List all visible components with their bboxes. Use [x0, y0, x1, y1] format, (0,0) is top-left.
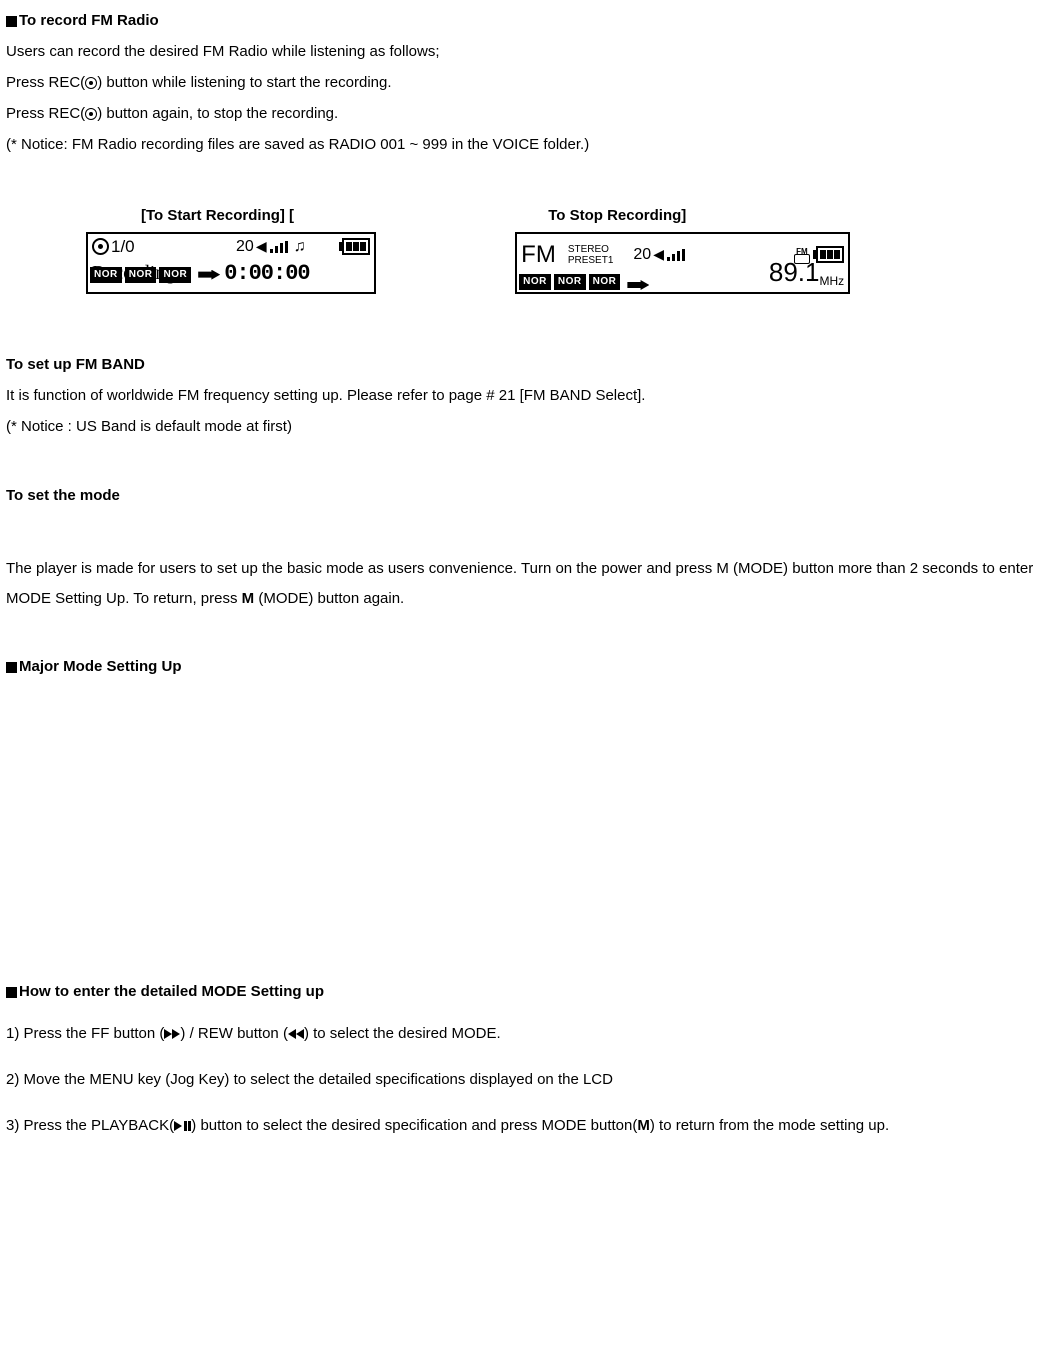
- major-mode-diagram-placeholder: [6, 687, 1056, 977]
- frequency-unit: MHz: [820, 273, 845, 290]
- title-text: To record FM Radio: [19, 12, 159, 29]
- section-title-detailed-mode: How to enter the detailed MODE Setting u…: [6, 981, 1056, 1002]
- set-mode-desc: The player is made for users to set up t…: [6, 554, 1056, 614]
- nor-badge: NOR: [90, 267, 122, 283]
- record-icon: [85, 108, 97, 120]
- rew-icon: [288, 1029, 296, 1039]
- record-start-instruction: Press REC( ) button while listening to st…: [6, 72, 1056, 93]
- record-intro: Users can record the desired FM Radio wh…: [6, 41, 1056, 62]
- text: ) to select the desired MODE.: [304, 1025, 501, 1042]
- text: (MODE) button again.: [254, 590, 404, 607]
- nor-badge: NOR: [589, 274, 621, 290]
- text: ) to return from the mode setting up.: [650, 1117, 889, 1134]
- caption-stop: To Stop Recording]: [548, 205, 686, 226]
- step-1: 1) Press the FF button ( ) / REW button (…: [6, 1020, 1056, 1048]
- nor-badge: NOR: [519, 274, 551, 290]
- record-stop-instruction: Press REC( ) button again, to stop the re…: [6, 103, 1056, 124]
- step-3: 3) Press the PLAYBACK( ) button to selec…: [6, 1112, 1056, 1140]
- lcd1-top-row: 1/0 20 ◀ ♫: [88, 234, 374, 259]
- frequency-value: 89.1: [769, 254, 820, 290]
- lcd-captions: [To Start Recording] [ To Stop Recording…: [6, 205, 1056, 226]
- text: ) button while listening to start the re…: [97, 74, 391, 91]
- fm-band-desc: It is function of worldwide FM frequency…: [6, 385, 1056, 406]
- title-text: Major Mode Setting Up: [19, 658, 182, 675]
- track-number: 1/0: [111, 235, 135, 259]
- text: 1) Press the FF button (: [6, 1025, 164, 1042]
- text: The player is made for users to set up t…: [6, 560, 1033, 607]
- ff-icon: [164, 1029, 172, 1039]
- title-text: How to enter the detailed MODE Setting u…: [19, 983, 324, 1000]
- music-note-icon: ♫: [294, 236, 306, 258]
- pause-icon: [184, 1121, 187, 1131]
- rew-icon: [296, 1029, 304, 1039]
- record-notice: (* Notice: FM Radio recording files are …: [6, 134, 1056, 155]
- lcd-displays-row: 1/0 20 ◀ ♫ Recording NOR NOR NOR 0:00:00…: [6, 232, 1056, 294]
- step-2: 2) Move the MENU key (Jog Key) to select…: [6, 1066, 1056, 1094]
- nor-badge: NOR: [159, 267, 191, 283]
- play-icon: [174, 1121, 182, 1131]
- plug-icon: [627, 280, 649, 290]
- bullet-square-icon: [6, 16, 17, 27]
- bullet-square-icon: [6, 987, 17, 998]
- text: Press REC(: [6, 74, 85, 91]
- rec-indicator-icon: [92, 238, 109, 255]
- battery-icon: [342, 238, 370, 255]
- rec-time: 0:00:00: [224, 259, 309, 290]
- lcd-fm: FM STEREO PRESET1 20 ◀ NOR NOR NOR 89.1 …: [515, 232, 850, 294]
- nor-badge: NOR: [125, 267, 157, 283]
- bullet-square-icon: [6, 662, 17, 673]
- mode-key: M: [637, 1117, 650, 1134]
- volume-level: 20: [236, 236, 254, 258]
- mode-key: M: [242, 590, 255, 607]
- section-title-fm-band: To set up FM BAND: [6, 354, 1056, 375]
- section-title-major-mode: Major Mode Setting Up: [6, 656, 1056, 677]
- text: ) / REW button (: [180, 1025, 288, 1042]
- section-title-record-fm: To record FM Radio: [6, 10, 1056, 31]
- section-title-set-mode: To set the mode: [6, 485, 1056, 506]
- nor-badge: NOR: [554, 274, 586, 290]
- text: ) button again, to stop the recording.: [97, 105, 338, 122]
- caption-start: [To Start Recording] [: [141, 205, 294, 226]
- signal-icon: [270, 241, 288, 253]
- plug-icon: [198, 270, 220, 280]
- lcd-recording: 1/0 20 ◀ ♫ Recording NOR NOR NOR 0:00:00: [86, 232, 376, 294]
- fm-band-notice: (* Notice : US Band is default mode at f…: [6, 416, 1056, 437]
- text: Press REC(: [6, 105, 85, 122]
- text: ) button to select the desired specifica…: [191, 1117, 637, 1134]
- text: 3) Press the PLAYBACK(: [6, 1117, 174, 1134]
- record-icon: [85, 77, 97, 89]
